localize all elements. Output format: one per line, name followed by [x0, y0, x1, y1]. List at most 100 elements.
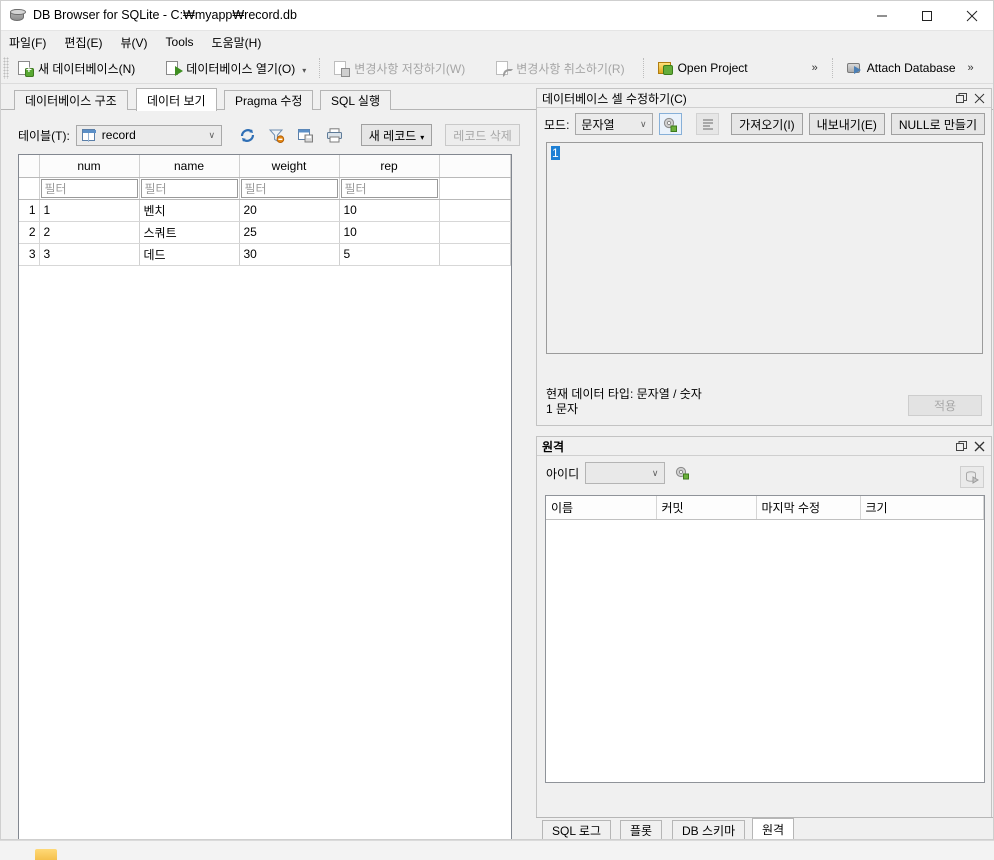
new-record-button[interactable]: 새 레코드 ▾: [360, 124, 433, 146]
write-changes-button[interactable]: 변경사항 저장하기(W): [327, 57, 471, 80]
cell-editor-textarea[interactable]: 1: [546, 142, 983, 354]
set-null-button[interactable]: NULL로 만들기: [890, 113, 986, 135]
filter-corner: [19, 177, 40, 200]
close-icon[interactable]: [971, 89, 991, 107]
filter-input-name[interactable]: 필터: [140, 178, 238, 198]
column-header-rep[interactable]: rep: [339, 155, 440, 178]
project-overflow-chevron[interactable]: »: [812, 62, 818, 74]
remote-file-list[interactable]: 이름 커밋 마지막 수정 크기: [545, 495, 985, 783]
grid-corner-header[interactable]: [19, 155, 40, 178]
cell-name[interactable]: 스쿼트: [139, 221, 240, 244]
word-wrap-icon[interactable]: [696, 113, 720, 135]
remote-dock: 원격 아이디 ∨ 이름 커밋 마지막 수정 크기: [536, 436, 992, 818]
cell-name[interactable]: 벤치: [139, 199, 240, 222]
filter-input-weight[interactable]: 필터: [240, 178, 338, 198]
revert-changes-button[interactable]: 변경사항 취소하기(R): [489, 57, 630, 80]
cell-num[interactable]: 1: [39, 199, 140, 222]
cell-weight[interactable]: 30: [239, 243, 340, 266]
data-grid[interactable]: num name weight rep 필터 필터 필터 필터 1 1 벤치 2…: [18, 154, 512, 860]
tab-browse-data[interactable]: 데이터 보기: [136, 88, 217, 111]
open-database-label: 데이터베이스 열기(O): [186, 61, 296, 76]
cell-weight[interactable]: 25: [239, 221, 340, 244]
tab-plot[interactable]: 플롯: [620, 820, 663, 840]
mode-combo[interactable]: 문자열 ∨: [575, 113, 654, 135]
attach-database-button[interactable]: Attach Database: [840, 57, 962, 79]
chevron-down-icon[interactable]: ∨: [634, 119, 652, 130]
float-dock-icon[interactable]: [951, 89, 971, 107]
save-results-icon[interactable]: [294, 124, 317, 146]
column-header-name[interactable]: name: [139, 155, 240, 178]
new-record-dropdown-icon[interactable]: ▾: [420, 133, 424, 145]
row-header[interactable]: 1: [19, 199, 40, 222]
chevron-down-icon[interactable]: ∨: [203, 130, 221, 141]
row-header[interactable]: 2: [19, 221, 40, 244]
filter-cell-weight[interactable]: 필터: [239, 177, 340, 200]
delete-record-button[interactable]: 레코드 삭제: [445, 124, 520, 146]
remote-dock-title: 원격: [537, 437, 991, 456]
cell-num[interactable]: 3: [39, 243, 140, 266]
folder-icon[interactable]: [35, 849, 57, 860]
menu-view[interactable]: 뷰(V): [111, 32, 156, 53]
close-icon[interactable]: [971, 437, 991, 455]
tab-edit-pragmas[interactable]: Pragma 수정: [224, 90, 314, 110]
cell-rep[interactable]: 10: [339, 199, 440, 222]
menu-edit[interactable]: 편집(E): [55, 32, 111, 53]
print-icon[interactable]: [323, 124, 346, 146]
open-project-button[interactable]: Open Project: [651, 57, 754, 79]
new-database-button[interactable]: 새 데이터베이스(N): [11, 57, 141, 80]
table-select-combo[interactable]: record ∨: [75, 124, 222, 146]
filter-cell-rep[interactable]: 필터: [339, 177, 440, 200]
write-changes-label: 변경사항 저장하기(W): [354, 61, 466, 76]
close-button[interactable]: [949, 0, 994, 31]
add-identity-icon[interactable]: [671, 462, 694, 484]
filter-cell-name[interactable]: 필터: [139, 177, 240, 200]
chevron-down-icon[interactable]: ∨: [646, 468, 664, 479]
open-database-dropdown-icon[interactable]: ▾: [302, 66, 306, 77]
column-header-weight[interactable]: weight: [239, 155, 340, 178]
menu-bar: 파일(F) 편집(E) 뷰(V) Tools 도움말(H): [0, 31, 994, 53]
column-header-num[interactable]: num: [39, 155, 140, 178]
tab-execute-sql[interactable]: SQL 실행: [320, 90, 391, 110]
import-button[interactable]: 가져오기(I): [731, 113, 803, 135]
menu-tools[interactable]: Tools: [157, 33, 203, 51]
remote-column-commit[interactable]: 커밋: [656, 496, 757, 520]
minimize-button[interactable]: [859, 0, 904, 31]
export-label: 내보내기(E): [816, 117, 877, 132]
refresh-icon[interactable]: [236, 124, 259, 146]
export-button[interactable]: 내보내기(E): [808, 113, 885, 135]
remote-column-last-modified[interactable]: 마지막 수정: [756, 496, 861, 520]
maximize-button[interactable]: [904, 0, 949, 31]
cell-num[interactable]: 2: [39, 221, 140, 244]
filter-input-rep[interactable]: 필터: [340, 178, 438, 198]
cell-name[interactable]: 데드: [139, 243, 240, 266]
float-dock-icon[interactable]: [951, 437, 971, 455]
row-header[interactable]: 3: [19, 243, 40, 266]
cell-type-status: 현재 데이터 타입: 문자열 / 숫자: [546, 387, 702, 401]
table-row[interactable]: 1 1 벤치 20 10: [19, 199, 511, 222]
open-database-button[interactable]: 데이터베이스 열기(O) ▾: [159, 57, 312, 80]
clear-filters-icon[interactable]: [265, 124, 288, 146]
remote-column-name[interactable]: 이름: [546, 496, 657, 520]
tab-database-structure[interactable]: 데이터베이스 구조: [14, 90, 128, 110]
table-row[interactable]: 3 3 데드 30 5: [19, 243, 511, 266]
apply-data-icon[interactable]: [659, 113, 683, 135]
toolbar-grip[interactable]: [3, 57, 9, 79]
apply-button[interactable]: 적용: [908, 395, 982, 416]
cell-weight[interactable]: 20: [239, 199, 340, 222]
table-row[interactable]: 2 2 스쿼트 25 10: [19, 221, 511, 244]
cell-rep[interactable]: 10: [339, 221, 440, 244]
menu-help[interactable]: 도움말(H): [203, 32, 271, 53]
tab-db-schema[interactable]: DB 스키마: [672, 820, 746, 840]
tab-remote[interactable]: 원격: [752, 818, 795, 840]
filter-input-num[interactable]: 필터: [40, 178, 138, 198]
filter-cell-num[interactable]: 필터: [39, 177, 140, 200]
menu-file[interactable]: 파일(F): [0, 32, 55, 53]
tab-sql-log[interactable]: SQL 로그: [542, 820, 611, 840]
push-database-icon[interactable]: [960, 466, 984, 488]
tab-remote-label: 원격: [762, 823, 785, 837]
attach-overflow-chevron[interactable]: »: [968, 62, 974, 74]
cell-rep[interactable]: 5: [339, 243, 440, 266]
identity-combo[interactable]: ∨: [585, 462, 666, 484]
tab-sql-log-label: SQL 로그: [552, 824, 601, 838]
remote-column-size[interactable]: 크기: [860, 496, 984, 520]
